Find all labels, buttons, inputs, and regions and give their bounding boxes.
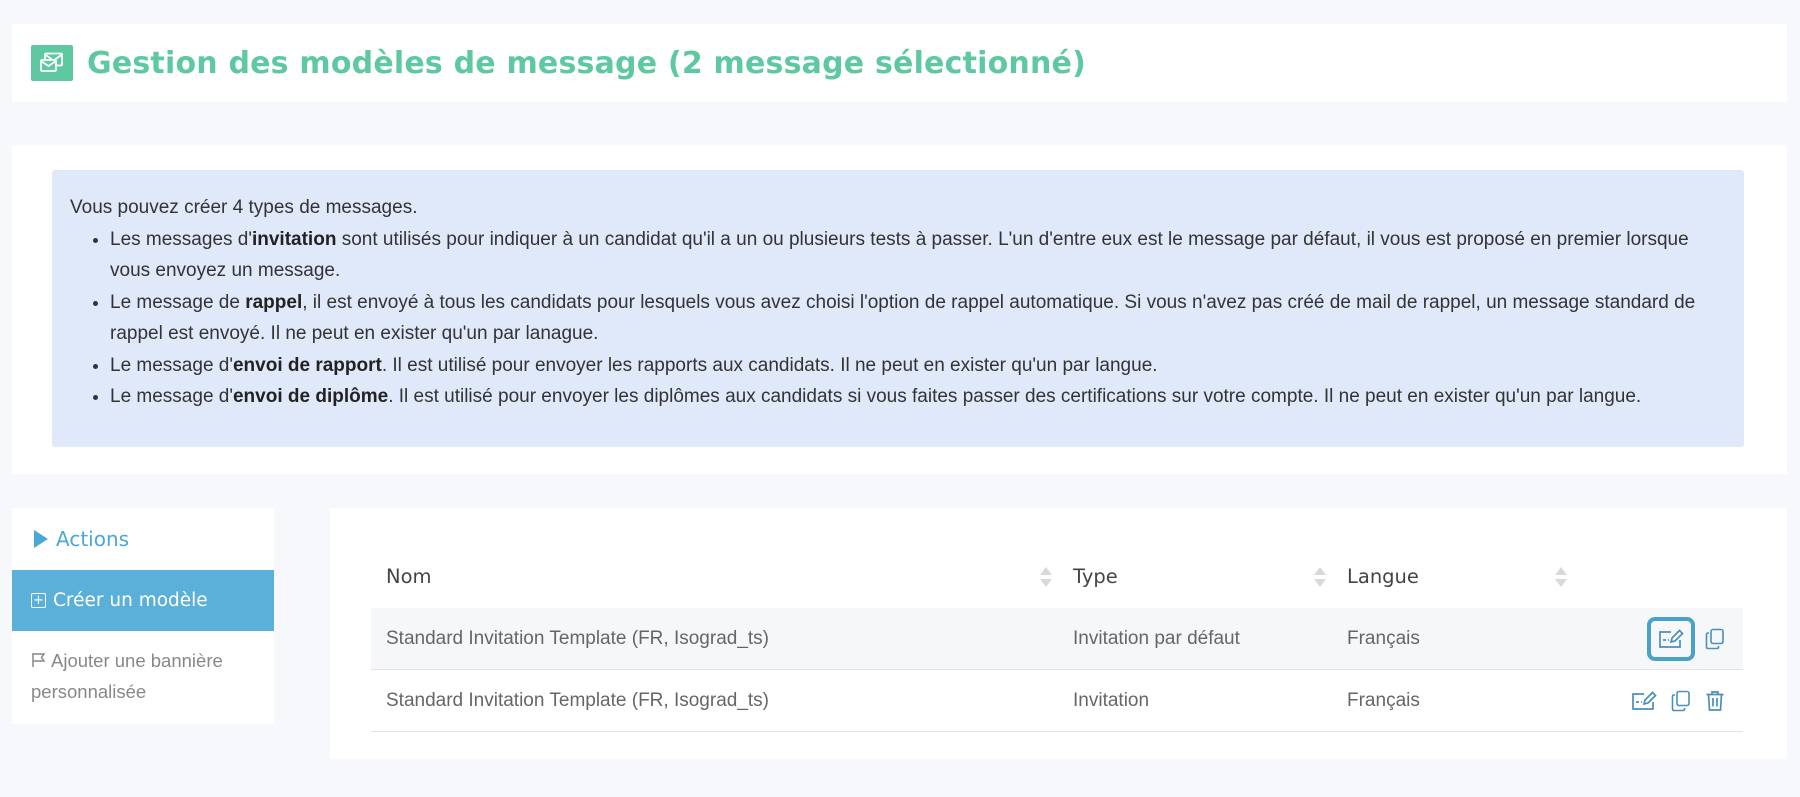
info-item-invitation: Les messages d'invitation sont utilisés … [110, 224, 1726, 287]
create-template-button[interactable]: + Créer un modèle [12, 570, 274, 631]
trash-icon[interactable] [1705, 690, 1725, 712]
info-list: Les messages d'invitation sont utilisés … [110, 224, 1726, 413]
template-language: Français [1347, 689, 1420, 711]
actions-header[interactable]: Actions [12, 508, 274, 570]
flag-icon [32, 653, 46, 667]
templates-table-card: Nom Type Langue Standard Invitation Temp… [330, 508, 1787, 759]
templates-table: Nom Type Langue Standard Invitation Temp… [371, 544, 1743, 732]
copy-icon[interactable] [1671, 690, 1691, 712]
info-item-rappel: Le message de rappel, il est envoyé à to… [110, 287, 1726, 350]
info-box: Vous pouvez créer 4 types de messages. L… [52, 170, 1744, 447]
template-language: Français [1347, 627, 1420, 649]
actions-title: Actions [56, 527, 130, 551]
row-actions [1573, 690, 1743, 712]
sort-icon[interactable] [1555, 567, 1567, 587]
table-row[interactable]: Standard Invitation Template (FR, Isogra… [371, 670, 1743, 732]
copy-icon[interactable] [1705, 628, 1725, 650]
actions-panel: Actions + Créer un modèle Ajouter une ba… [12, 508, 274, 724]
info-intro: Vous pouvez créer 4 types de messages. [70, 197, 418, 218]
sort-icon[interactable] [1314, 567, 1326, 587]
info-item-rapport: Le message d'envoi de rapport. Il est ut… [110, 350, 1726, 382]
edit-icon[interactable] [1647, 616, 1695, 661]
table-header: Nom Type Langue [371, 544, 1743, 608]
envelopes-icon [31, 45, 73, 81]
template-type: Invitation par défaut [1073, 627, 1240, 649]
template-name: Standard Invitation Template (FR, Isogra… [386, 689, 770, 711]
info-card: Vous pouvez créer 4 types de messages. L… [12, 145, 1787, 474]
info-item-diplome: Le message d'envoi de diplôme. Il est ut… [110, 381, 1726, 413]
add-banner-label: Ajouter une bannière personnalisée [31, 650, 223, 702]
table-row[interactable]: Standard Invitation Template (FR, Isogra… [371, 608, 1743, 670]
play-triangle-icon [34, 530, 48, 548]
template-name: Standard Invitation Template (FR, Isogra… [386, 627, 770, 649]
create-template-label: Créer un modèle [53, 590, 208, 611]
column-header-language[interactable]: Langue [1332, 544, 1573, 608]
page-title: Gestion des modèles de message (2 messag… [87, 45, 1086, 81]
template-type: Invitation [1073, 689, 1150, 711]
column-header-type[interactable]: Type [1058, 544, 1332, 608]
row-actions [1573, 616, 1743, 661]
edit-icon[interactable] [1631, 690, 1657, 712]
plus-square-icon: + [31, 593, 46, 608]
add-banner-button[interactable]: Ajouter une bannière personnalisée [12, 631, 274, 721]
column-header-actions [1573, 544, 1743, 608]
page-header: Gestion des modèles de message (2 messag… [12, 24, 1787, 102]
column-header-name[interactable]: Nom [371, 544, 1058, 608]
sort-icon[interactable] [1040, 567, 1052, 587]
